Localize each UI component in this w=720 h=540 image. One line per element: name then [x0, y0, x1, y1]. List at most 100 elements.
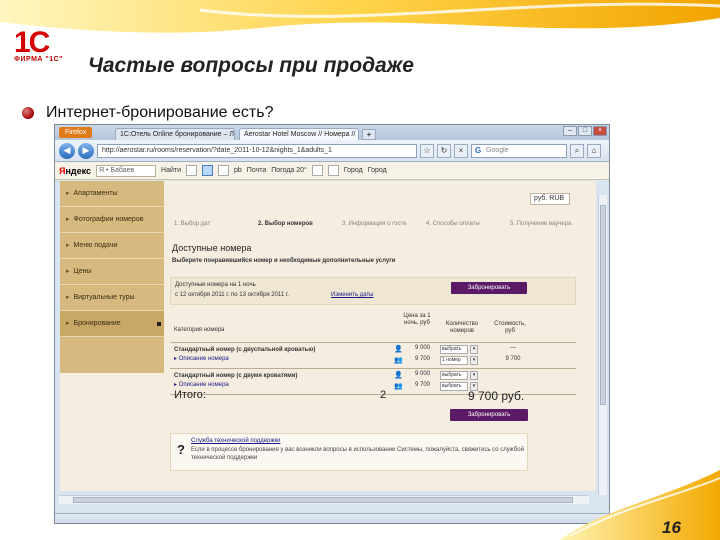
step-item-active: 2. Выбор номеров: [258, 221, 313, 227]
active-marker-icon: [157, 322, 161, 326]
hotel-sidebar: Апартаменты Фотографии номеров Меню пода…: [60, 181, 164, 373]
sidebar-item-booking[interactable]: Бронирование: [60, 311, 164, 337]
page-number: 16: [662, 518, 681, 537]
rate-price: 9 700: [414, 382, 430, 388]
yandex-mail-item[interactable]: Почта: [247, 167, 266, 174]
change-dates-link[interactable]: Изменить даты: [331, 292, 374, 298]
currency-select[interactable]: руб. RUB: [530, 193, 570, 205]
double-guest-icon: 👥: [394, 383, 403, 390]
address-bar[interactable]: http://aerostar.ru/rooms/reservation/?da…: [97, 143, 417, 158]
rate-price: 9 000: [414, 345, 430, 351]
table-header: Категория номера Цена за 1 ночь, руб Кол…: [170, 313, 576, 343]
web-page: Апартаменты Фотографии номеров Меню пода…: [60, 181, 596, 491]
step-item: 4. Способы оплаты: [426, 221, 480, 227]
scrollbar-thumb[interactable]: [73, 497, 573, 503]
sidebar-item-menu[interactable]: Меню подачи: [60, 233, 164, 259]
chevron-down-icon[interactable]: ▾: [470, 356, 478, 365]
support-link[interactable]: Служба технической поддержки: [191, 438, 280, 444]
column-header-count: Количество номеров: [445, 321, 479, 334]
sidebar-item-prices[interactable]: Цены: [60, 259, 164, 285]
minimize-icon[interactable]: –: [563, 126, 577, 136]
room-name: Стандартный номер (с двуспальной кровать…: [174, 347, 316, 353]
rate-price: 9 000: [414, 371, 430, 377]
browser-tab[interactable]: 1С:Отель Online бронирование – Л...: [115, 128, 235, 140]
bookmark-star-icon[interactable]: ☆: [420, 143, 434, 158]
room-count-select[interactable]: 1 номер: [440, 356, 468, 365]
question-icon: ?: [177, 442, 185, 457]
book-button[interactable]: Забронировать: [451, 282, 527, 294]
booking-content: руб. RUB 1. Выбор дат 2. Выбор номеров 3…: [168, 181, 592, 481]
room-name: Стандартный номер (с двумя кроватями): [174, 373, 298, 379]
yandex-weather-item[interactable]: Погода 20°: [271, 167, 307, 174]
toolbar-toggle-icon[interactable]: [218, 165, 229, 176]
vertical-scrollbar[interactable]: [598, 195, 607, 495]
table-row: Стандартный номер (с двуспальной кровать…: [170, 343, 576, 369]
firefox-menu-button[interactable]: Firefox: [59, 127, 93, 138]
rooms-table: Категория номера Цена за 1 ночь, руб Кол…: [170, 313, 576, 395]
search-input[interactable]: Google: [471, 143, 567, 158]
room-description-link[interactable]: ▸ Описание номера: [174, 381, 229, 388]
yandex-pb-item[interactable]: pb: [234, 167, 242, 174]
chevron-down-icon[interactable]: ▾: [470, 345, 478, 354]
dates-range: с 12 октября 2011 г. по 13 октября 2011 …: [175, 292, 289, 298]
home-icon[interactable]: ⌂: [587, 143, 601, 158]
scrollbar-thumb[interactable]: [600, 205, 606, 405]
toolbar-toggle-icon[interactable]: [327, 165, 339, 176]
toolbar-toggle-icon[interactable]: [186, 165, 197, 176]
bottom-swoosh-decoration: [560, 470, 720, 540]
horizontal-scrollbar[interactable]: [59, 495, 589, 504]
single-guest-icon: 👤: [394, 346, 403, 353]
total-count: 2: [380, 389, 387, 401]
dates-panel: Доступные номера на 1 ночь с 12 октября …: [170, 277, 576, 305]
column-header-category: Категория номера: [174, 327, 225, 333]
yandex-search-input[interactable]: Я • Бабаев: [96, 164, 157, 177]
browser-tab-active[interactable]: Aerostar Hotel Moscow // Номера // ...: [239, 128, 359, 140]
maximize-icon[interactable]: □: [578, 126, 592, 136]
support-text: Если в процессе бронирования у вас возни…: [191, 447, 524, 461]
presentation-slide: 1С ФИРМА "1С" Частые вопросы при продаже…: [0, 0, 720, 540]
room-count-select[interactable]: выбрать: [440, 345, 468, 354]
yandex-city-item[interactable]: Город: [344, 167, 363, 174]
rate-cost: —: [510, 345, 516, 351]
rate-cost: 9 700: [505, 356, 521, 362]
dates-label: Доступные номера на 1 ночь: [175, 282, 256, 288]
rate-price: 9 700: [414, 356, 430, 362]
new-tab-button[interactable]: +: [362, 129, 376, 140]
sidebar-item-room-photos[interactable]: Фотографии номеров: [60, 207, 164, 233]
sidebar-item-label: Бронирование: [73, 320, 121, 327]
page-lead: Выберите понравившийся номер и необходим…: [172, 258, 396, 264]
yandex-city-item[interactable]: Город: [368, 167, 387, 174]
total-sum: 9 700 руб.: [468, 389, 525, 403]
double-guest-icon: 👥: [394, 357, 403, 364]
booking-steps: 1. Выбор дат 2. Выбор номеров 3. Информа…: [174, 221, 584, 227]
forward-icon[interactable]: ▶: [78, 142, 94, 159]
browser-tab-bar: Firefox 1С:Отель Online бронирование – Л…: [55, 125, 609, 140]
step-item[interactable]: 1. Выбор дат: [174, 221, 248, 227]
sidebar-item-apartments[interactable]: Апартаменты: [60, 181, 164, 207]
sidebar-item-virtual-tours[interactable]: Виртуальные туры: [60, 285, 164, 311]
step-item: 3. Информация о госте: [342, 221, 407, 227]
stop-icon[interactable]: ×: [454, 143, 468, 158]
room-count-select[interactable]: выбрать: [440, 382, 468, 391]
single-guest-icon: 👤: [394, 372, 403, 379]
bullet-item: Интернет-бронирование есть?: [22, 104, 273, 122]
yandex-logo-black: ндекс: [65, 165, 92, 176]
support-box: ? Служба технической поддержки Если в пр…: [170, 433, 528, 471]
toolbar-toggle-icon[interactable]: [202, 165, 213, 176]
room-description-link[interactable]: ▸ Описание номера: [174, 355, 229, 362]
close-icon[interactable]: ×: [593, 126, 607, 136]
room-count-select[interactable]: выбрать: [440, 371, 468, 380]
reload-icon[interactable]: ↻: [437, 143, 451, 158]
column-header-cost: Стоимость, руб: [494, 321, 526, 334]
chevron-down-icon[interactable]: ▾: [470, 371, 478, 380]
toolbar-toggle-icon[interactable]: [311, 165, 323, 176]
search-icon[interactable]: ⌕: [570, 143, 584, 158]
room-description-text: Описание номера: [178, 356, 229, 362]
column-header-price: Цена за 1 ночь, руб: [403, 313, 431, 326]
book-button-bottom[interactable]: Забронировать: [450, 409, 528, 421]
yandex-toolbar: Яндекс Я • Бабаев Найти pb Почта Погода …: [55, 162, 609, 180]
back-icon[interactable]: ◀: [59, 142, 75, 159]
step-item: 5. Получение ваучера: [510, 221, 572, 227]
yandex-find-button[interactable]: Найти: [161, 167, 181, 174]
status-bar: [55, 513, 609, 523]
